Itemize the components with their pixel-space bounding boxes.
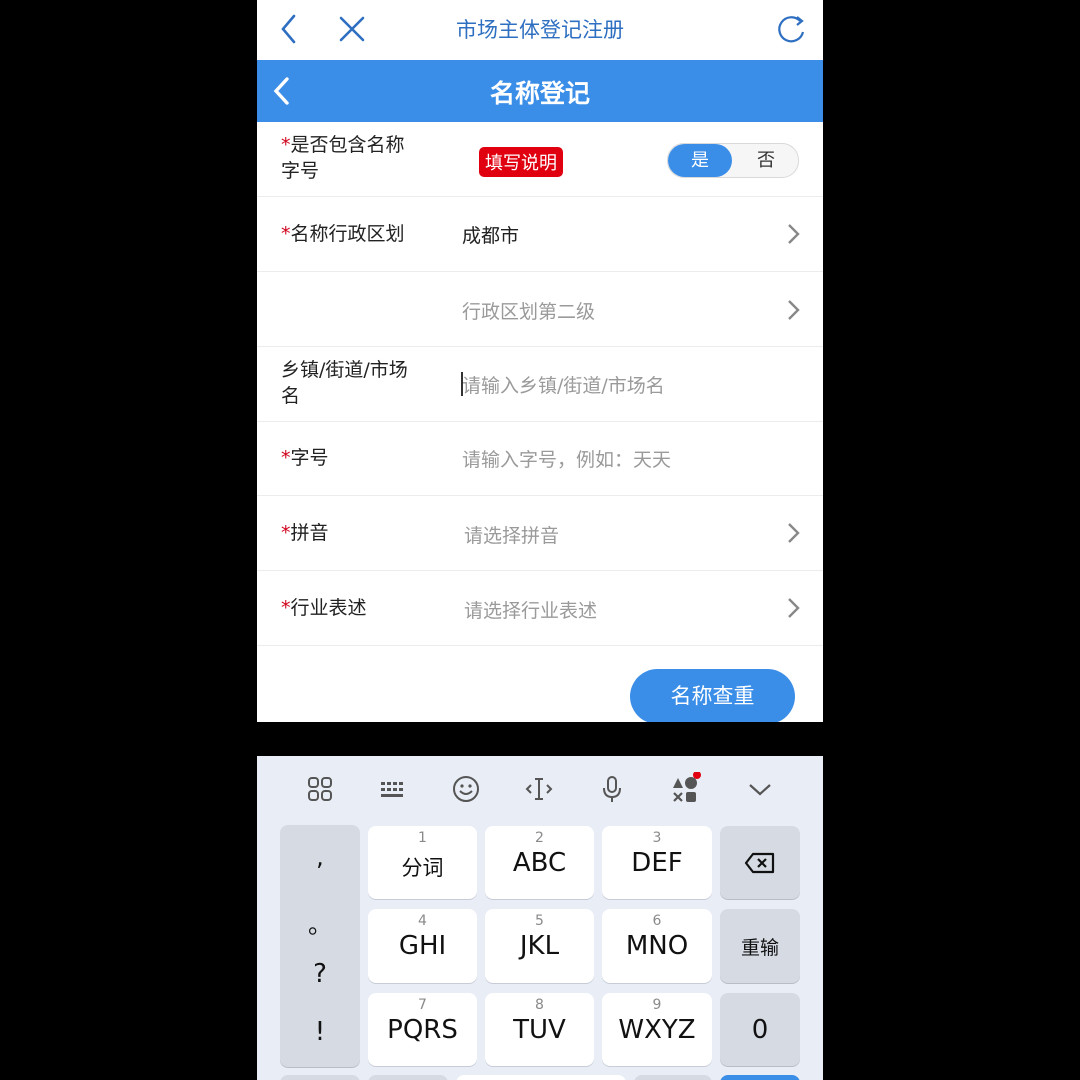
yes-no-toggle[interactable]: 是 否 bbox=[667, 143, 799, 178]
punct-question[interactable]: ? bbox=[280, 959, 360, 989]
help-badge[interactable]: 填写说明 bbox=[479, 147, 563, 177]
grid-icon[interactable] bbox=[303, 772, 337, 806]
name-check-button[interactable]: 名称查重 bbox=[630, 669, 795, 722]
pinyin-row[interactable]: *拼音 请选择拼音 bbox=[257, 496, 823, 571]
emoji-icon[interactable] bbox=[449, 772, 483, 806]
refresh-icon[interactable] bbox=[773, 12, 809, 46]
key-8[interactable]: 8 TUV bbox=[485, 993, 594, 1066]
region-value: 成都市 bbox=[462, 225, 520, 247]
industry-label: *行业表述 bbox=[281, 597, 367, 619]
chevron-right-icon bbox=[788, 300, 800, 320]
enter-key[interactable] bbox=[720, 1075, 800, 1080]
cursor-icon[interactable] bbox=[522, 772, 556, 806]
chevron-right-icon bbox=[788, 598, 800, 618]
page-title: 名称登记 bbox=[489, 79, 590, 108]
brand-row: *字号 请输入字号，例如：天天 bbox=[257, 422, 823, 496]
backspace-icon bbox=[744, 852, 775, 874]
browser-top-bar: 市场主体登记注册 bbox=[257, 0, 823, 60]
punct-period[interactable]: 。 bbox=[280, 905, 360, 940]
key-2[interactable]: 2 ABC bbox=[485, 826, 594, 899]
include-name-label: *是否包含名称 字号 bbox=[281, 134, 405, 182]
brand-input[interactable]: 请输入字号，例如：天天 bbox=[462, 445, 671, 472]
punct-comma[interactable]: , bbox=[280, 843, 360, 871]
space-key[interactable] bbox=[456, 1075, 626, 1080]
key-5[interactable]: 5 JKL bbox=[485, 909, 594, 983]
town-input[interactable]: 请输入乡镇/街道/市场名 bbox=[462, 371, 665, 398]
key-1[interactable]: 1 分词 bbox=[368, 826, 477, 899]
key-4[interactable]: 4 GHI bbox=[368, 909, 477, 983]
shapes-icon[interactable] bbox=[668, 772, 702, 806]
zero-key[interactable]: 0 bbox=[720, 993, 800, 1066]
town-row: 乡镇/街道/市场 名 请输入乡镇/街道/市场名 bbox=[257, 347, 823, 422]
key-9[interactable]: 9 WXYZ bbox=[602, 993, 712, 1066]
ime-keyboard: , 。 ? ! 1 分词 2 ABC 3 DEF 4 GHI 5 JKL 6 M… bbox=[257, 756, 823, 1080]
keyboard-toolbar bbox=[257, 756, 823, 820]
industry-select[interactable]: 请选择行业表述 bbox=[464, 596, 597, 623]
pinyin-label: *拼音 bbox=[281, 522, 329, 544]
brand-label: *字号 bbox=[281, 447, 329, 469]
backspace-key[interactable] bbox=[720, 826, 800, 899]
chevron-right-icon bbox=[788, 523, 800, 543]
mic-icon[interactable] bbox=[595, 772, 629, 806]
chevron-right-icon bbox=[788, 224, 800, 244]
region-label: *名称行政区划 bbox=[281, 223, 405, 245]
region2-placeholder: 行政区划第二级 bbox=[462, 301, 596, 323]
bottom-row-key[interactable] bbox=[368, 1075, 448, 1080]
toggle-yes[interactable]: 是 bbox=[668, 144, 732, 177]
app-title: 市场主体登记注册 bbox=[456, 18, 624, 42]
town-label: 乡镇/街道/市场 名 bbox=[281, 359, 408, 407]
app-screen: 市场主体登记注册 名称登记 *是否包含名称 字号 填写说明 是 否 *名称行政区… bbox=[257, 0, 823, 722]
page-header: 名称登记 bbox=[257, 60, 823, 122]
key-3[interactable]: 3 DEF bbox=[602, 826, 712, 899]
collapse-icon[interactable] bbox=[743, 772, 777, 806]
bottom-row-key[interactable] bbox=[634, 1075, 712, 1080]
keyboard-icon[interactable] bbox=[376, 772, 410, 806]
key-7[interactable]: 7 PQRS bbox=[368, 993, 477, 1066]
punctuation-column[interactable]: , 。 ? ! bbox=[280, 825, 360, 1067]
bottom-row-key[interactable] bbox=[280, 1075, 360, 1080]
reset-key[interactable]: 重输 bbox=[720, 909, 800, 983]
punct-exclaim[interactable]: ! bbox=[280, 1017, 360, 1047]
industry-row[interactable]: *行业表述 请选择行业表述 bbox=[257, 571, 823, 646]
key-6[interactable]: 6 MNO bbox=[602, 909, 712, 983]
pinyin-select[interactable]: 请选择拼音 bbox=[464, 521, 559, 548]
text-cursor bbox=[461, 372, 463, 396]
region-row[interactable]: *名称行政区划 成都市 bbox=[257, 197, 823, 272]
toggle-no[interactable]: 否 bbox=[734, 144, 798, 177]
region2-row[interactable]: 行政区划第二级 bbox=[257, 272, 823, 347]
required-mark: * bbox=[281, 134, 291, 156]
